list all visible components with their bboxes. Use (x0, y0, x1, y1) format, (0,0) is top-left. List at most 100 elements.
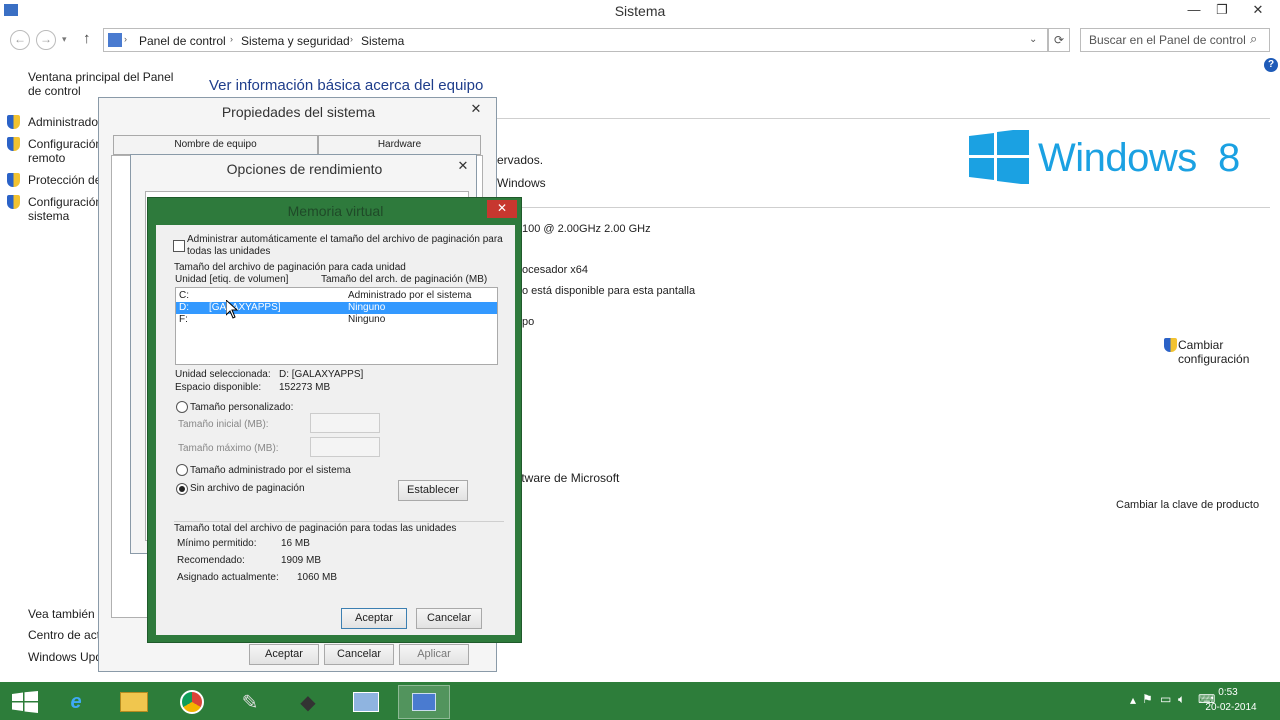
volume-icon[interactable]: 🔈︎ (1178, 692, 1185, 707)
system-task-icon[interactable] (398, 685, 450, 719)
cancel-button[interactable]: Cancelar (324, 644, 394, 665)
apply-button[interactable]: Aplicar (399, 644, 469, 665)
selected-drive-value: D: [GALAXYAPPS] (279, 369, 364, 380)
tray-chevron-icon[interactable]: ▴ (1130, 693, 1136, 707)
shield-icon (7, 173, 20, 187)
virtual-memory-dialog: Memoria virtual ✕ Administrar automática… (147, 197, 522, 643)
forward-icon[interactable]: → (36, 30, 56, 50)
clock-date[interactable]: 20-02-2014 (1205, 702, 1257, 713)
shield-icon (7, 115, 20, 129)
close-button[interactable]: ✕ (1240, 0, 1276, 22)
system-managed-radio[interactable] (176, 464, 188, 476)
max-size-input[interactable] (310, 437, 380, 457)
processor-value: 100 @ 2.00GHz 2.00 GHz (522, 223, 651, 235)
set-button[interactable]: Establecer (398, 480, 468, 501)
restore-button[interactable]: ❐ (1208, 0, 1236, 22)
list-item-selected[interactable]: D: [GALAXYAPPS] Ninguno (176, 302, 497, 314)
copyright-text: ervados. (497, 153, 544, 167)
control-panel-task-icon[interactable] (340, 685, 392, 719)
list-item[interactable]: C: Administrado por el sistema (176, 290, 497, 302)
help-icon[interactable]: ? (1264, 58, 1278, 72)
max-size-label: Tamaño máximo (MB): (178, 443, 279, 454)
sidebar-item-protection[interactable]: Protección del (28, 173, 104, 187)
no-paging-file-radio[interactable] (176, 483, 188, 495)
sidebar-item-advanced[interactable]: Configuración sistema (28, 195, 102, 223)
initial-size-input[interactable] (310, 413, 380, 433)
sidebar-home-link[interactable]: Ventana principal del Panel de control (28, 70, 188, 98)
column-size-header: Tamaño del arch. de paginación (MB) (321, 274, 488, 285)
dialog-title: Propiedades del sistema (221, 104, 376, 120)
group-title: Tamaño del archivo de paginación para ca… (174, 262, 406, 273)
minimize-button[interactable]: — (1180, 0, 1208, 22)
auto-manage-label: Administrar automáticamente el tamaño de… (187, 234, 503, 257)
history-chevron-icon[interactable]: ▾ (62, 34, 67, 45)
sidebar-item-admin[interactable]: Administrador (28, 115, 102, 129)
custom-size-label: Tamaño personalizado: (190, 402, 294, 413)
column-drive-header: Unidad [etiq. de volumen] (175, 274, 289, 285)
address-bar: ← → ▾ ↑ › Panel de control › Sistema y s… (0, 26, 1280, 52)
start-button[interactable] (12, 691, 38, 716)
windows-wordmark: Windows (1038, 136, 1197, 180)
tab-computer-name[interactable]: Nombre de equipo (113, 135, 318, 155)
dialog-title: Opciones de rendimiento (226, 161, 383, 177)
action-center-flag-icon[interactable]: ⚑ (1142, 692, 1153, 706)
page-title: Ver información básica acerca del equipo (209, 77, 484, 94)
network-icon[interactable]: ▭ (1160, 692, 1171, 706)
drive-list[interactable]: C: Administrado por el sistema D: [GALAX… (175, 287, 498, 365)
auto-manage-checkbox[interactable] (173, 240, 185, 252)
notepad-icon[interactable]: ✎ (224, 685, 276, 719)
license-link[interactable]: ftware de Microsoft (518, 471, 619, 485)
custom-size-radio[interactable] (176, 401, 188, 413)
dropdown-chevron-icon[interactable]: ⌄ (1029, 34, 1037, 45)
list-item[interactable]: F: Ninguno (176, 314, 497, 326)
close-icon[interactable]: ✕ (487, 200, 517, 218)
up-icon[interactable]: ↑ (83, 30, 91, 47)
divider (497, 207, 1270, 208)
internet-explorer-icon[interactable]: e (50, 685, 102, 719)
shield-icon (7, 137, 20, 151)
sidebar-item-remote[interactable]: Configuración remoto (28, 137, 102, 165)
close-icon[interactable]: ✕ (448, 157, 478, 175)
breadcrumb[interactable]: › Panel de control › Sistema y seguridad… (103, 28, 1048, 52)
windows-edition-link[interactable]: Windows (497, 176, 546, 190)
product-key-link[interactable]: Cambiar la clave de producto (1116, 499, 1259, 511)
app-icon[interactable]: ◆ (282, 685, 334, 719)
system-type-value: ocesador x64 (522, 264, 589, 276)
crumb-panel[interactable]: Panel de control (139, 34, 226, 48)
cancel-button[interactable]: Cancelar (416, 608, 482, 629)
search-icon[interactable]: ⌕ (1250, 31, 1257, 47)
tab-hardware[interactable]: Hardware (318, 135, 481, 155)
search-input[interactable]: Buscar en el Panel de control (1080, 28, 1270, 52)
no-paging-file-label: Sin archivo de paginación (190, 483, 305, 494)
min-allowed-value: 16 MB (281, 538, 310, 549)
chrome-icon[interactable] (166, 685, 218, 719)
windows-start-icon (12, 691, 38, 713)
window-titlebar: Sistema — ❐ ✕ (0, 0, 1280, 24)
mouse-cursor-icon (226, 300, 238, 319)
windows-flag-icon (969, 128, 1029, 185)
ok-button[interactable]: Aceptar (249, 644, 319, 665)
file-explorer-icon[interactable] (108, 685, 160, 719)
window-title: Sistema (614, 3, 666, 19)
see-also-heading: Vea también (28, 607, 95, 621)
close-icon[interactable]: ✕ (461, 100, 491, 118)
divider (174, 521, 504, 522)
divider (497, 118, 1270, 119)
recommended-value: 1909 MB (281, 555, 322, 566)
ok-button[interactable]: Aceptar (341, 608, 407, 629)
selected-drive-label: Unidad seleccionada: (175, 369, 271, 380)
min-allowed-label: Mínimo permitido: (177, 538, 257, 549)
control-panel-icon (108, 33, 122, 47)
windows-version: 8 (1218, 136, 1241, 180)
refresh-icon[interactable]: ⟳ (1048, 28, 1070, 52)
dialog-body: Administrar automáticamente el tamaño de… (156, 225, 515, 635)
crumb-system[interactable]: Sistema (361, 34, 404, 48)
clock-time[interactable]: 0:53 (1208, 687, 1248, 698)
crumb-security[interactable]: Sistema y seguridad (241, 34, 350, 48)
back-icon[interactable]: ← (10, 30, 30, 50)
free-space-value: 152273 MB (279, 382, 331, 393)
shield-icon (1164, 338, 1177, 352)
windows-logo (969, 128, 1031, 187)
change-settings-link[interactable]: Cambiar configuración (1178, 338, 1268, 366)
computer-section: po (522, 316, 535, 328)
